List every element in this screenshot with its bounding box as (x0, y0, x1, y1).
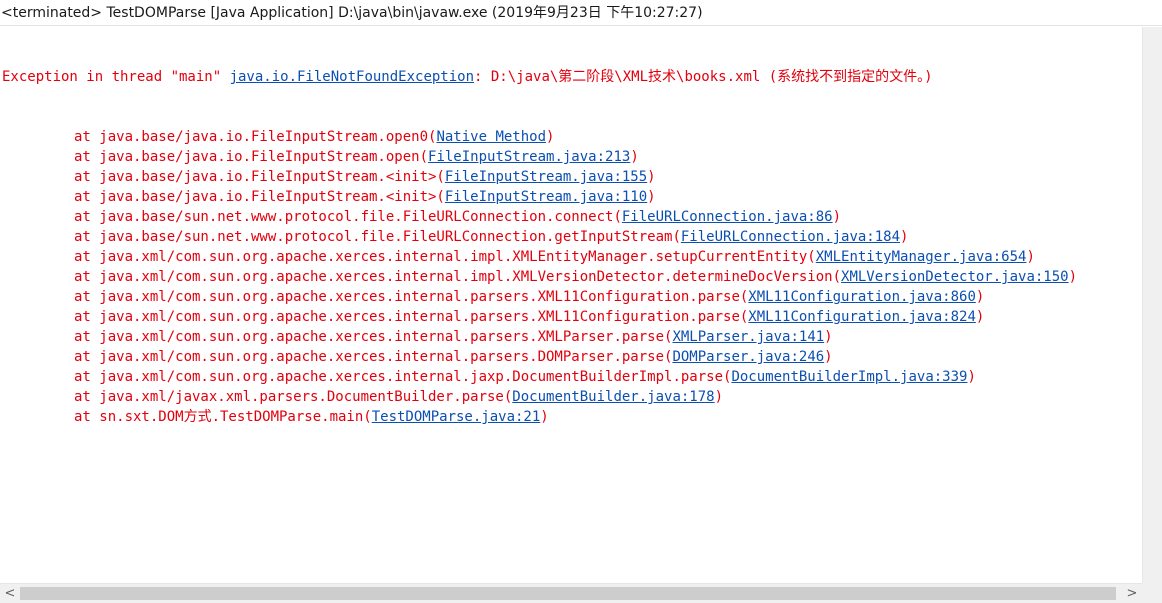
stack-frame-close-paren: ) (647, 189, 656, 205)
stack-frame-source-link[interactable]: FileInputStream.java:155 (445, 169, 647, 185)
stack-frame-close-paren: ) (1026, 249, 1035, 265)
stack-frame-source-link[interactable]: XMLParser.java:141 (672, 329, 824, 345)
stack-frame-source-link[interactable]: FileURLConnection.java:86 (622, 209, 833, 225)
stack-frame-close-paren: ) (647, 169, 656, 185)
stack-frame-close-paren: ) (824, 349, 833, 365)
stack-trace: at java.base/java.io.FileInputStream.ope… (2, 127, 1142, 427)
stack-frame-source-link[interactable]: FileURLConnection.java:184 (681, 229, 900, 245)
stack-frame-source-link[interactable]: DocumentBuilderImpl.java:339 (731, 369, 967, 385)
stack-frame-close-paren: ) (1068, 269, 1078, 285)
stack-frame-close-paren: ) (967, 369, 976, 385)
stack-frame-line: at java.xml/com.sun.org.apache.xerces.in… (2, 327, 1142, 347)
console-status-title: <terminated> TestDOMParse [Java Applicat… (0, 0, 1162, 26)
scroll-right-arrow-icon[interactable]: > (1122, 584, 1142, 603)
stack-frame-method: at java.base/sun.net.www.protocol.file.F… (74, 209, 622, 225)
stack-frame-source-link[interactable]: Native Method (436, 129, 546, 145)
stack-frame-close-paren: ) (975, 289, 985, 305)
stack-frame-close-paren: ) (714, 389, 724, 405)
stack-frame-close-paren: ) (824, 329, 833, 345)
stack-frame-close-paren: ) (975, 309, 985, 325)
stack-frame-source-link[interactable]: FileInputStream.java:213 (428, 149, 630, 165)
stack-frame-line: at java.base/java.io.FileInputStream.<in… (2, 187, 1142, 207)
stack-frame-method: at java.xml/com.sun.org.apache.xerces.in… (74, 349, 673, 365)
exception-message: : D:\java\第二阶段\XML技术\books.xml (系统找不到指定的… (474, 69, 933, 85)
console-output[interactable]: Exception in thread "main" java.io.FileN… (2, 27, 1142, 583)
stack-frame-method: at java.xml/com.sun.org.apache.xerces.in… (74, 369, 732, 385)
stack-frame-method: at sn.sxt.DOM方式.TestDOMParse.main( (74, 409, 372, 425)
stack-frame-close-paren: ) (630, 149, 639, 165)
stack-frame-method: at java.base/java.io.FileInputStream.<in… (74, 169, 445, 185)
scroll-left-arrow-icon[interactable]: < (0, 584, 20, 603)
stack-frame-method: at java.xml/com.sun.org.apache.xerces.in… (74, 309, 749, 325)
stack-frame-method: at java.xml/com.sun.org.apache.xerces.in… (74, 289, 749, 305)
stack-frame-method: at java.base/java.io.FileInputStream.ope… (74, 149, 429, 165)
horizontal-scroll-thumb[interactable] (20, 587, 1116, 600)
stack-frame-method: at java.xml/com.sun.org.apache.xerces.in… (74, 329, 673, 345)
exception-prefix: Exception in thread "main" (2, 69, 230, 85)
stack-frame-method: at java.xml/com.sun.org.apache.xerces.in… (74, 249, 816, 265)
stack-frame-source-link[interactable]: DOMParser.java:246 (672, 349, 824, 365)
scrollbar-corner (1142, 583, 1162, 603)
stack-frame-source-link[interactable]: FileInputStream.java:110 (445, 189, 647, 205)
stack-frame-method: at java.base/sun.net.www.protocol.file.F… (74, 229, 681, 245)
stack-frame-close-paren: ) (540, 409, 549, 425)
stack-frame-line: at java.xml/com.sun.org.apache.xerces.in… (2, 347, 1142, 367)
stack-frame-close-paren: ) (900, 229, 909, 245)
console-view: <terminated> TestDOMParse [Java Applicat… (0, 0, 1162, 603)
stack-frame-source-link[interactable]: XMLVersionDetector.java:150 (841, 269, 1069, 285)
stack-frame-method: at java.xml/javax.xml.parsers.DocumentBu… (74, 389, 513, 405)
horizontal-scrollbar[interactable]: < > (0, 583, 1142, 603)
stack-frame-close-paren: ) (546, 129, 555, 145)
stack-frame-line: at java.xml/com.sun.org.apache.xerces.in… (2, 287, 1142, 307)
stack-frame-line: at java.xml/com.sun.org.apache.xerces.in… (2, 267, 1142, 287)
stack-frame-line: at java.xml/com.sun.org.apache.xerces.in… (2, 307, 1142, 327)
stack-frame-source-link[interactable]: XML11Configuration.java:824 (748, 309, 976, 325)
vertical-scrollbar[interactable] (1142, 27, 1162, 583)
stack-frame-method: at java.base/java.io.FileInputStream.<in… (74, 189, 445, 205)
stack-frame-line: at java.base/java.io.FileInputStream.ope… (2, 127, 1142, 147)
stack-frame-source-link[interactable]: XML11Configuration.java:860 (748, 289, 976, 305)
stack-frame-line: at java.base/java.io.FileInputStream.<in… (2, 167, 1142, 187)
stack-frame-close-paren: ) (832, 209, 842, 225)
exception-header-line: Exception in thread "main" java.io.FileN… (2, 67, 1142, 87)
stack-frame-method: at java.base/java.io.FileInputStream.ope… (74, 129, 437, 145)
exception-class-link[interactable]: java.io.FileNotFoundException (230, 69, 474, 85)
stack-frame-line: at java.xml/com.sun.org.apache.xerces.in… (2, 247, 1142, 267)
stack-frame-method: at java.xml/com.sun.org.apache.xerces.in… (74, 269, 842, 285)
stack-frame-source-link[interactable]: DocumentBuilder.java:178 (512, 389, 714, 405)
stack-frame-line: at java.base/sun.net.www.protocol.file.F… (2, 207, 1142, 227)
stack-frame-line: at java.base/sun.net.www.protocol.file.F… (2, 227, 1142, 247)
stack-frame-source-link[interactable]: XMLEntityManager.java:654 (816, 249, 1027, 265)
stack-frame-line: at sn.sxt.DOM方式.TestDOMParse.main(TestDO… (2, 407, 1142, 427)
stack-frame-line: at java.xml/com.sun.org.apache.xerces.in… (2, 367, 1142, 387)
stack-frame-source-link[interactable]: TestDOMParse.java:21 (372, 409, 541, 425)
stack-frame-line: at java.xml/javax.xml.parsers.DocumentBu… (2, 387, 1142, 407)
stack-frame-line: at java.base/java.io.FileInputStream.ope… (2, 147, 1142, 167)
